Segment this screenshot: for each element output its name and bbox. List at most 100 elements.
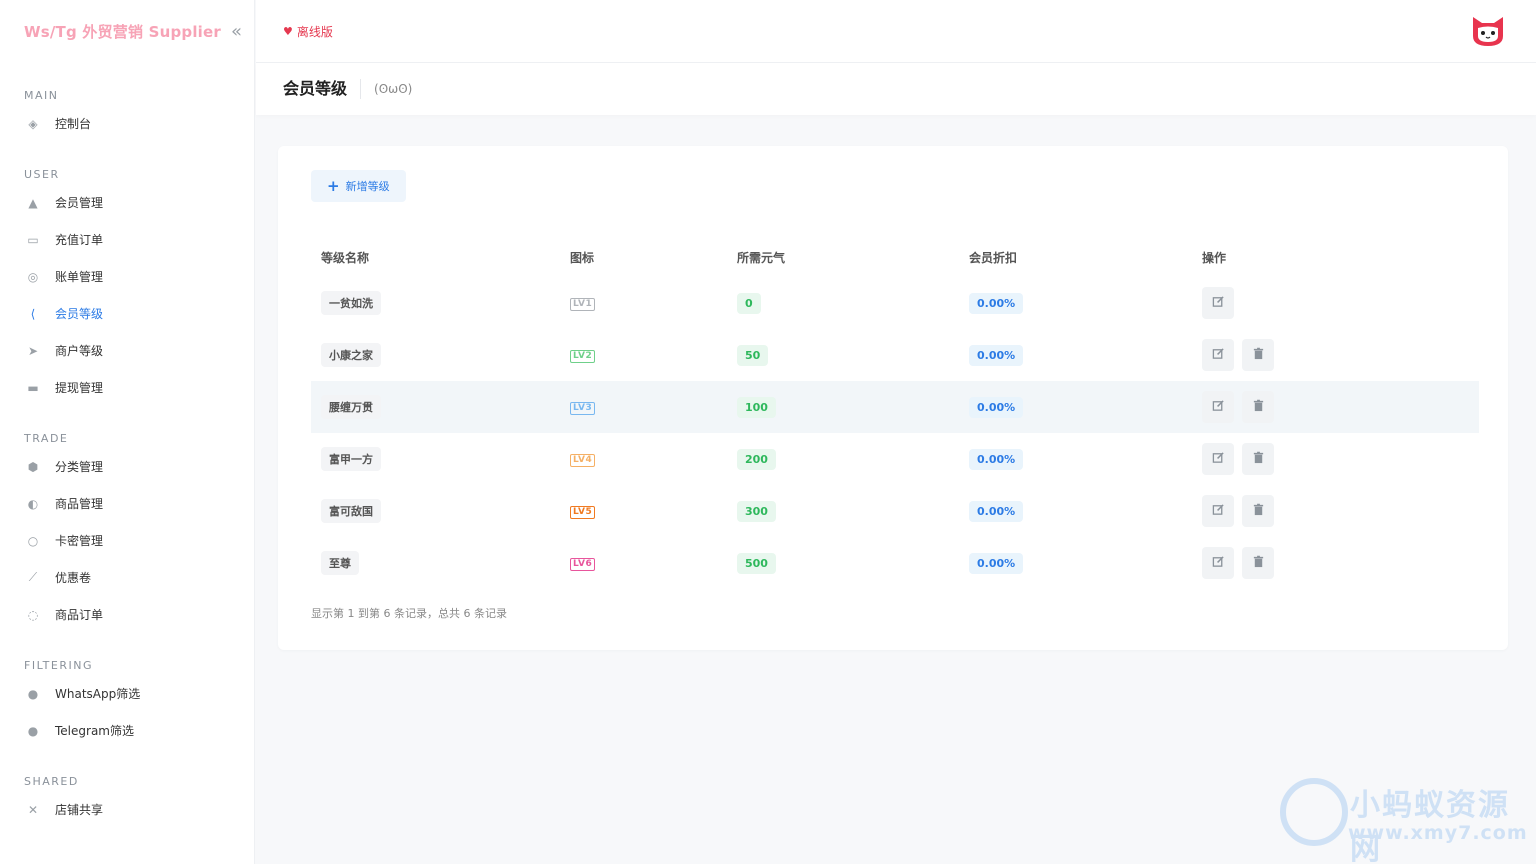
sidebar-menu: MAIN ◈ 控制台 USER ▲ 会员管理 ▭ 充值订单 ◎ 账单管理 ⟨ 会员等级 ➤ 商户等级 ▬ 提现… [0, 87, 254, 828]
table-row: 富甲一方 LV4 200 0.00% [311, 433, 1479, 485]
trash-icon [1252, 347, 1265, 363]
edit-icon [1212, 347, 1225, 363]
cell-required: 500 [727, 537, 959, 589]
level-badge: LV5 [570, 505, 596, 519]
cell-discount: 0.00% [959, 329, 1192, 381]
level-badge: LV6 [570, 557, 596, 571]
edit-icon [1212, 555, 1225, 571]
table-row: 小康之家 LV2 50 0.00% [311, 329, 1479, 381]
add-level-button[interactable]: + 新增等级 [311, 170, 406, 202]
sidebar-item-label: 充值订单 [55, 233, 104, 247]
col-header-actions: 操作 [1202, 251, 1227, 265]
level-badge: LV4 [570, 453, 596, 467]
sidebar-item-label: 优惠卷 [55, 571, 92, 585]
add-level-label: 新增等级 [345, 180, 390, 193]
sidebar-item[interactable]: ➤ 商户等级 [0, 332, 254, 369]
watermark-url: www.xmy7.com [1348, 822, 1528, 844]
edit-button[interactable] [1202, 495, 1234, 527]
cat-avatar-icon [1473, 17, 1503, 46]
level-badge: LV1 [570, 297, 596, 311]
cell-required: 100 [727, 381, 959, 433]
edit-button[interactable] [1202, 443, 1234, 475]
delete-button[interactable] [1242, 339, 1274, 371]
page-title: 会员等级 [283, 79, 362, 99]
coupon-icon: ⟋ [28, 570, 38, 584]
col-header-name[interactable]: 等级名称 [311, 238, 560, 277]
sidebar-item[interactable]: ● WhatsApp筛选 [0, 675, 254, 712]
required-value: 100 [737, 396, 776, 418]
col-header-discount[interactable]: 会员折扣 [959, 238, 1192, 277]
delete-button[interactable] [1242, 495, 1274, 527]
delete-button[interactable] [1242, 391, 1274, 423]
sidebar-item[interactable]: ◎ 账单管理 [0, 258, 254, 295]
edit-button[interactable] [1202, 287, 1234, 319]
sidebar-item[interactable]: ◐ 商品管理 [0, 485, 254, 522]
cell-discount: 0.00% [959, 485, 1192, 537]
discount-value: 0.00% [969, 396, 1024, 418]
discount-value: 0.00% [969, 448, 1024, 470]
cell-required: 300 [727, 485, 959, 537]
sidebar-item[interactable]: ◈ 控制台 [0, 105, 254, 142]
sidebar-item[interactable]: ⬢ 分类管理 [0, 448, 254, 485]
sidebar-section: SHARED ✕ 店铺共享 [0, 773, 254, 828]
level-name: 一贫如洗 [321, 291, 381, 315]
sidebar-item-label: 商户等级 [55, 344, 104, 358]
watermark: 小蚂蚁资源网 www.xmy7.com [1280, 778, 1530, 864]
trash-icon [1252, 451, 1265, 467]
category-icon: ⬢ [27, 459, 39, 474]
avatar[interactable] [1470, 14, 1506, 48]
collapse-sidebar-icon[interactable]: « [231, 21, 242, 42]
sidebar-item[interactable]: ▭ 充值订单 [0, 221, 254, 258]
cell-icon: LV1 [560, 277, 727, 329]
sidebar-item[interactable]: ● Telegram筛选 [0, 712, 254, 749]
sidebar-item[interactable]: ◌ 商品订单 [0, 596, 254, 633]
cell-actions [1192, 433, 1479, 485]
required-value: 500 [737, 552, 776, 574]
content-card: + 新增等级 等级名称 图标 所需元气 会员折扣 操作 一贫如洗 LV1 0 0… [278, 146, 1508, 650]
edit-button[interactable] [1202, 391, 1234, 423]
sidebar-item[interactable]: ○ 卡密管理 [0, 522, 254, 559]
cell-name: 小康之家 [311, 329, 560, 381]
sidebar-item[interactable]: ✕ 店铺共享 [0, 791, 254, 828]
level-name: 小康之家 [321, 343, 381, 367]
sidebar-item[interactable]: ▲ 会员管理 [0, 184, 254, 221]
offline-version-badge[interactable]: ♥ 离线版 [283, 23, 333, 40]
cell-actions [1192, 277, 1479, 329]
sidebar-item-label: 控制台 [55, 117, 92, 131]
cell-actions [1192, 329, 1479, 381]
level-name: 至尊 [321, 551, 359, 575]
col-header-required[interactable]: 所需元气 [727, 238, 959, 277]
brand-title: Ws/Tg 外贸营销 Supplier [24, 23, 221, 41]
col-header-icon[interactable]: 图标 [560, 238, 727, 277]
edit-icon [1212, 503, 1225, 519]
table-row: 至尊 LV6 500 0.00% [311, 537, 1479, 589]
cell-discount: 0.00% [959, 381, 1192, 433]
level-name: 腰缠万贯 [321, 395, 381, 419]
sidebar-item[interactable]: ▬ 提现管理 [0, 369, 254, 406]
plus-icon: + [327, 177, 340, 195]
cell-actions [1192, 537, 1479, 589]
sidebar-item[interactable]: ⟋ 优惠卷 [0, 559, 254, 596]
rocket-icon: ➤ [27, 343, 39, 358]
brand: Ws/Tg 外贸营销 Supplier « [0, 0, 254, 63]
required-value: 300 [737, 500, 776, 522]
sidebar-item[interactable]: ⟨ 会员等级 [0, 295, 254, 332]
discount-value: 0.00% [969, 500, 1024, 522]
sidebar-item-label: 提现管理 [55, 381, 104, 395]
table-row: 腰缠万贯 LV3 100 0.00% [311, 381, 1479, 433]
edit-icon [1212, 295, 1225, 311]
delete-button[interactable] [1242, 443, 1274, 475]
cell-name: 一贫如洗 [311, 277, 560, 329]
edit-button[interactable] [1202, 547, 1234, 579]
page-header: 会员等级 (ʘωʘ) [256, 63, 1536, 115]
discount-value: 0.00% [969, 344, 1024, 366]
whatsapp-icon: ● [27, 686, 39, 701]
order-icon: ◌ [27, 607, 39, 622]
table-header-row: 等级名称 图标 所需元气 会员折扣 操作 [311, 238, 1479, 277]
delete-button[interactable] [1242, 547, 1274, 579]
required-value: 50 [737, 344, 769, 366]
sidebar-item-label: 会员管理 [55, 196, 104, 210]
sidebar-item-label: 会员等级 [55, 307, 104, 321]
edit-button[interactable] [1202, 339, 1234, 371]
sidebar-item-label: 店铺共享 [55, 803, 104, 817]
